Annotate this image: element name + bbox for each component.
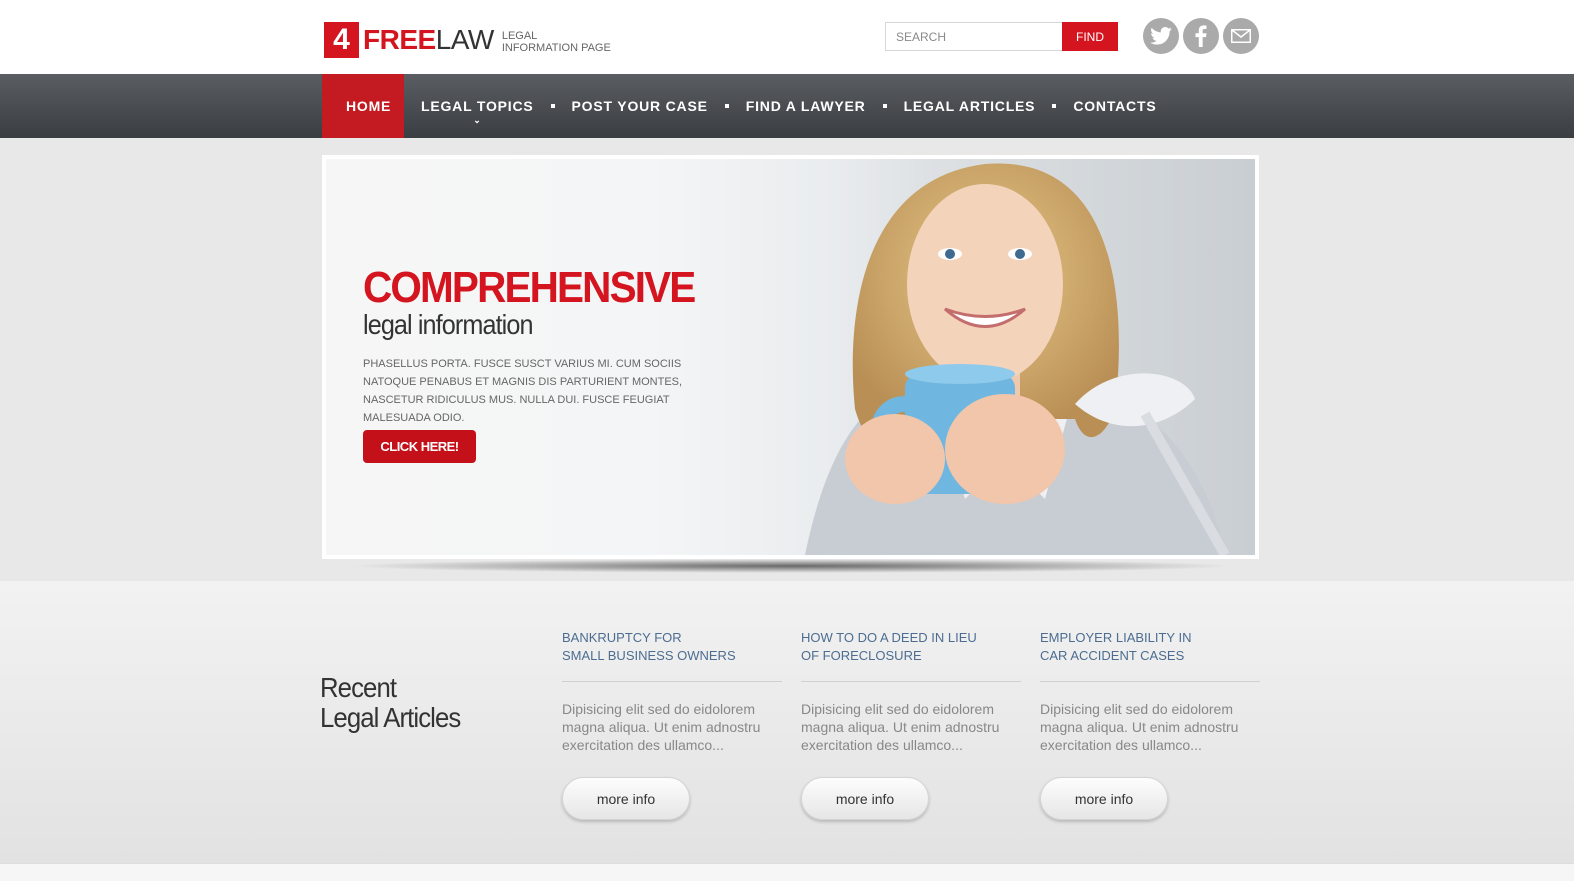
article-title-line1: EMPLOYER LIABILITY IN bbox=[1040, 630, 1192, 645]
banner-shadow bbox=[345, 559, 1238, 573]
article-title-line2: OF FORECLOSURE bbox=[801, 648, 922, 663]
more-info-button[interactable]: more info bbox=[801, 777, 929, 820]
hero-banner-inner: COMPREHENSIVE legal information PHASELLU… bbox=[326, 159, 1255, 555]
article-divider bbox=[562, 681, 782, 682]
twitter-icon bbox=[1150, 27, 1172, 45]
twitter-button[interactable] bbox=[1143, 18, 1179, 54]
search-button[interactable]: FIND bbox=[1062, 22, 1118, 51]
banner-subtitle: legal information bbox=[363, 309, 534, 340]
main-nav: HOME LEGAL TOPICS ⌄ POST YOUR CASE FIND … bbox=[0, 74, 1574, 138]
article-card: HOW TO DO A DEED IN LIEU OF FORECLOSURE … bbox=[801, 629, 1021, 820]
chevron-down-icon: ⌄ bbox=[473, 115, 482, 125]
nav-label: LEGAL TOPICS bbox=[421, 98, 534, 114]
nav-label: POST YOUR CASE bbox=[571, 98, 708, 114]
recent-articles-section: Recent Legal Articles BANKRUPTCY FOR SMA… bbox=[0, 581, 1574, 863]
article-title-line1: HOW TO DO A DEED IN LIEU bbox=[801, 630, 977, 645]
more-info-button[interactable]: more info bbox=[1040, 777, 1168, 820]
section-title-line1: Recent bbox=[320, 672, 397, 703]
facebook-icon bbox=[1195, 25, 1207, 47]
logo-number-box: 4 bbox=[324, 22, 359, 58]
article-title-link[interactable]: BANKRUPTCY FOR SMALL BUSINESS OWNERS bbox=[562, 629, 782, 665]
click-here-button[interactable]: CLICK HERE! bbox=[363, 430, 476, 463]
nav-label: FIND A LAWYER bbox=[745, 98, 866, 114]
article-card: EMPLOYER LIABILITY IN CAR ACCIDENT CASES… bbox=[1040, 629, 1260, 820]
article-title-link[interactable]: EMPLOYER LIABILITY IN CAR ACCIDENT CASES bbox=[1040, 629, 1260, 665]
logo-free-text: FREE bbox=[363, 24, 436, 55]
article-title-line2: CAR ACCIDENT CASES bbox=[1040, 648, 1185, 663]
tagline-line2: INFORMATION PAGE bbox=[501, 42, 611, 54]
nav-label: CONTACTS bbox=[1073, 98, 1157, 114]
tagline-line1: LEGAL bbox=[501, 30, 538, 42]
mail-icon bbox=[1231, 29, 1251, 43]
footer-strip bbox=[0, 863, 1574, 881]
section-title-line2: Legal Articles bbox=[320, 702, 461, 733]
nav-item-legal-articles[interactable]: LEGAL ARTICLES bbox=[887, 74, 1053, 138]
nav-item-legal-topics[interactable]: LEGAL TOPICS ⌄ bbox=[404, 74, 551, 138]
article-card: BANKRUPTCY FOR SMALL BUSINESS OWNERS Dip… bbox=[562, 629, 782, 820]
article-excerpt: Dipisicing elit sed do eidolorem magna a… bbox=[1040, 701, 1239, 753]
nav-item-find-a-lawyer[interactable]: FIND A LAWYER bbox=[729, 74, 883, 138]
nav-items: HOME LEGAL TOPICS ⌄ POST YOUR CASE FIND … bbox=[322, 74, 1173, 138]
facebook-button[interactable] bbox=[1183, 18, 1219, 54]
nav-item-post-your-case[interactable]: POST YOUR CASE bbox=[555, 74, 725, 138]
article-title-line1: BANKRUPTCY FOR bbox=[562, 630, 682, 645]
site-logo[interactable]: 4 FREE LAW LEGAL INFORMATION PAGE bbox=[324, 22, 611, 58]
nav-label: HOME bbox=[346, 98, 392, 114]
article-excerpt: Dipisicing elit sed do eidolorem magna a… bbox=[801, 701, 1000, 753]
section-title: Recent Legal Articles bbox=[320, 672, 461, 733]
banner-text: PHASELLUS PORTA. FUSCE SUSCT VARIUS MI. … bbox=[363, 358, 683, 424]
logo-law-text: LAW bbox=[435, 24, 495, 55]
site-header: 4 FREE LAW LEGAL INFORMATION PAGE FIND bbox=[0, 0, 1574, 74]
social-links bbox=[1143, 18, 1259, 54]
article-divider bbox=[1040, 681, 1260, 682]
nav-label: LEGAL ARTICLES bbox=[903, 98, 1036, 114]
banner-title: COMPREHENSIVE bbox=[363, 263, 696, 312]
article-excerpt: Dipisicing elit sed do eidolorem magna a… bbox=[562, 701, 761, 753]
nav-item-contacts[interactable]: CONTACTS bbox=[1056, 74, 1173, 138]
mail-button[interactable] bbox=[1223, 18, 1259, 54]
search-form: FIND bbox=[885, 22, 1118, 51]
article-title-link[interactable]: HOW TO DO A DEED IN LIEU OF FORECLOSURE bbox=[801, 629, 1021, 665]
article-divider bbox=[801, 681, 1021, 682]
hero-banner: COMPREHENSIVE legal information PHASELLU… bbox=[322, 155, 1259, 559]
nav-item-home[interactable]: HOME bbox=[322, 74, 404, 138]
logo-tagline: LEGAL INFORMATION PAGE bbox=[502, 30, 611, 54]
search-input[interactable] bbox=[885, 22, 1062, 51]
more-info-button[interactable]: more info bbox=[562, 777, 690, 820]
hero-photo-woman-with-mug bbox=[785, 159, 1255, 555]
article-title-line2: SMALL BUSINESS OWNERS bbox=[562, 648, 736, 663]
